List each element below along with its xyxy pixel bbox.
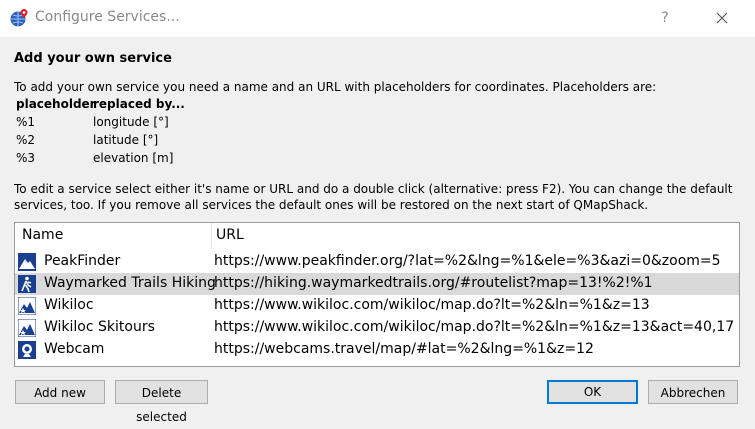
mountain-star-icon [18,297,36,315]
edit-hint-line1: To edit a service select either it's nam… [14,182,733,196]
service-row[interactable]: PeakFinder https://www.peakfinder.org/?l… [15,251,739,273]
edit-hint-line2: services, too. If you remove all service… [14,198,649,212]
add-new-button[interactable]: Add new [15,380,105,404]
intro-text: To add your own service you need a name … [14,80,657,94]
service-url[interactable]: https://webcams.travel/map/#lat=%2&lng=%… [214,341,594,357]
placeholder-key: %2 [16,133,36,147]
webcam-icon [18,341,36,359]
service-url[interactable]: https://www.peakfinder.org/?lat=%2&lng=%… [214,253,721,269]
service-name[interactable]: PeakFinder [44,253,120,269]
close-icon[interactable] [705,6,739,30]
service-url[interactable]: https://www.wikiloc.com/wikiloc/map.do?l… [214,319,734,335]
hiking-icon [18,275,36,293]
column-header-name[interactable]: Name [22,227,63,243]
service-name[interactable]: Wikiloc [44,297,94,313]
placeholder-value: elevation [m] [93,151,174,165]
replaced-header: replaced by... [93,97,185,111]
globe-pin-icon [10,9,28,27]
service-row[interactable]: Wikiloc Skitours https://www.wikiloc.com… [15,317,739,339]
ok-button[interactable]: OK [547,380,638,404]
title-bar: Configure Services... ? [0,0,755,37]
service-name[interactable]: Wikiloc Skitours [44,319,155,335]
service-url[interactable]: https://www.wikiloc.com/wikiloc/map.do?l… [214,297,650,313]
service-name[interactable]: Webcam [44,341,104,357]
service-name[interactable]: Waymarked Trails Hiking [44,275,216,291]
section-heading: Add your own service [14,51,172,66]
mountain-icon [18,253,36,271]
window-title: Configure Services... [35,9,180,25]
help-button[interactable]: ? [650,6,680,30]
service-row[interactable]: Webcam https://webcams.travel/map/#lat=%… [15,339,739,361]
placeholder-value: longitude [°] [93,115,169,129]
delete-selected-button[interactable]: Delete selected [115,380,208,424]
cancel-button[interactable]: Abbrechen [648,380,738,404]
service-row-selected[interactable]: Waymarked Trails Hiking https://hiking.w… [15,273,739,295]
column-divider [211,223,212,249]
column-header-url[interactable]: URL [216,227,244,243]
service-url[interactable]: https://hiking.waymarkedtrails.org/#rout… [214,275,653,291]
placeholder-value: latitude [°] [93,133,159,147]
placeholder-header: placeholder [16,97,96,111]
service-row[interactable]: Wikiloc https://www.wikiloc.com/wikiloc/… [15,295,739,317]
mountain-star-icon [18,319,36,337]
placeholder-key: %3 [16,151,36,165]
list-header: Name URL [15,223,739,249]
placeholder-key: %1 [16,115,36,129]
service-list[interactable]: Name URL PeakFinder https://www.peakfind… [14,222,740,367]
dialog-body: Add your own service To add your own ser… [0,37,755,424]
